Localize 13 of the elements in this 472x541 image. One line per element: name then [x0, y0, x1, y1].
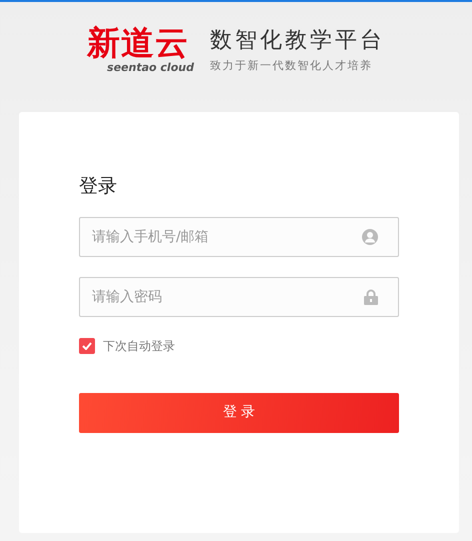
logo-text: 新道云 — [87, 24, 190, 62]
platform-title: 数智化教学平台 — [210, 27, 385, 55]
platform-subtitle: 致力于新一代数智化人才培养 — [210, 58, 374, 74]
login-button[interactable]: 登 录 — [79, 392, 399, 432]
account-field[interactable]: 请输入手机号/邮箱 — [79, 216, 399, 256]
checkmark-icon — [82, 342, 92, 350]
user-icon — [362, 228, 378, 244]
remember-checkbox[interactable] — [79, 338, 95, 354]
lock-icon — [364, 288, 378, 304]
password-field[interactable]: 请输入密码 — [79, 276, 399, 316]
remember-label[interactable]: 下次自动登录 — [103, 336, 175, 354]
login-heading: 登录 — [79, 174, 118, 199]
logo-subtext: seentao cloud — [107, 62, 194, 74]
